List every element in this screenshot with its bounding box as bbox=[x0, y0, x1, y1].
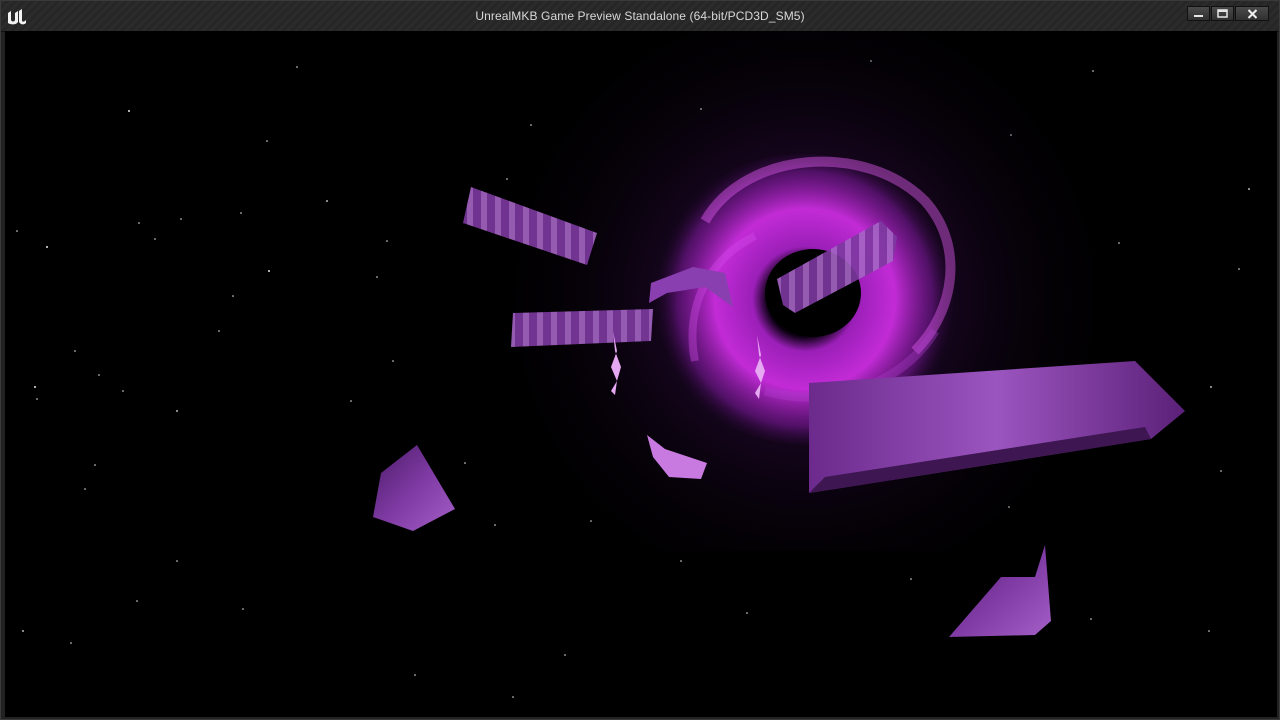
maximize-icon bbox=[1217, 9, 1228, 18]
game-window: UnrealMKB Game Preview Standalone (64-bi… bbox=[0, 0, 1280, 720]
window-title: UnrealMKB Game Preview Standalone (64-bi… bbox=[475, 9, 805, 23]
close-button[interactable] bbox=[1235, 6, 1269, 21]
maximize-button[interactable] bbox=[1211, 6, 1234, 21]
game-scene bbox=[5, 31, 1277, 717]
game-viewport[interactable] bbox=[5, 31, 1277, 717]
title-bar[interactable]: UnrealMKB Game Preview Standalone (64-bi… bbox=[1, 1, 1279, 32]
window-controls bbox=[1187, 6, 1269, 21]
minimize-icon bbox=[1194, 15, 1203, 17]
close-icon bbox=[1247, 8, 1257, 19]
minimize-button[interactable] bbox=[1187, 6, 1210, 21]
